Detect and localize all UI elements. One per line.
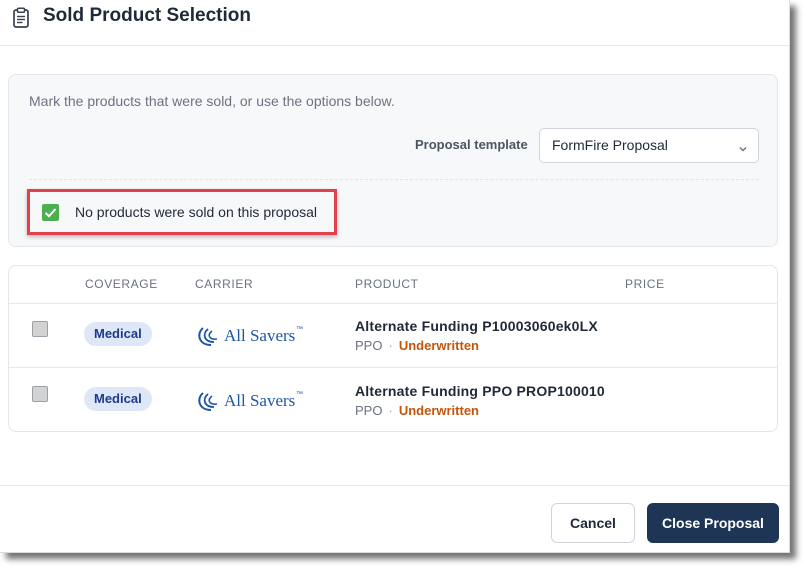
coverage-badge: Medical bbox=[84, 387, 152, 411]
carrier-name: All Savers bbox=[224, 391, 296, 410]
table-header: COVERAGE CARRIER PRODUCT PRICE bbox=[9, 266, 777, 304]
product-name: Alternate Funding PPO PROP100010 bbox=[355, 383, 605, 399]
header-carrier: CARRIER bbox=[195, 277, 254, 291]
dialog-title: Sold Product Selection bbox=[43, 5, 251, 26]
product-meta: PPO · Underwritten bbox=[355, 403, 479, 418]
cancel-button[interactable]: Cancel bbox=[551, 503, 635, 543]
meta-separator: · bbox=[388, 403, 393, 418]
close-proposal-button[interactable]: Close Proposal bbox=[647, 503, 779, 543]
options-panel: Mark the products that were sold, or use… bbox=[8, 74, 778, 247]
product-name: Alternate Funding P10003060ek0LX bbox=[355, 318, 598, 334]
dialog-footer: Cancel Close Proposal bbox=[0, 485, 789, 552]
header-price: PRICE bbox=[625, 277, 665, 291]
row-select-checkbox[interactable] bbox=[32, 386, 48, 402]
product-meta: PPO · Underwritten bbox=[355, 338, 479, 353]
status-label: Underwritten bbox=[398, 403, 479, 418]
carrier-trademark: ™ bbox=[296, 391, 303, 398]
no-products-sold-highlight: No products were sold on this proposal bbox=[27, 189, 337, 235]
all-savers-swoosh-icon bbox=[198, 327, 218, 346]
clipboard-icon bbox=[10, 7, 32, 29]
header-coverage: COVERAGE bbox=[85, 277, 158, 291]
row-select-checkbox[interactable] bbox=[32, 321, 48, 337]
coverage-badge: Medical bbox=[84, 322, 152, 346]
table-row: Medical All Savers ™ Alternate Funding P… bbox=[9, 368, 777, 432]
status-label: Underwritten bbox=[398, 338, 479, 353]
all-savers-swoosh-icon bbox=[198, 392, 218, 411]
header-product: PRODUCT bbox=[355, 277, 419, 291]
options-divider bbox=[29, 179, 759, 180]
table-row: Medical All Savers ™ Alternate Funding P… bbox=[9, 303, 777, 368]
plan-type: PPO bbox=[355, 403, 383, 418]
dialog-header: Sold Product Selection bbox=[0, 0, 789, 46]
meta-separator: · bbox=[388, 338, 393, 353]
checkmark-icon bbox=[44, 208, 57, 218]
proposal-template-label: Proposal template bbox=[415, 137, 528, 152]
plan-type: PPO bbox=[355, 338, 383, 353]
sold-product-dialog: Sold Product Selection Mark the products… bbox=[0, 0, 790, 553]
products-table: COVERAGE CARRIER PRODUCT PRICE Medical A… bbox=[8, 265, 778, 432]
proposal-template-value: FormFire Proposal bbox=[552, 137, 668, 153]
no-products-sold-label[interactable]: No products were sold on this proposal bbox=[75, 204, 317, 220]
no-products-sold-checkbox[interactable] bbox=[42, 204, 59, 221]
chevron-down-icon bbox=[738, 141, 748, 152]
carrier-name: All Savers bbox=[224, 326, 296, 345]
proposal-template-select[interactable]: FormFire Proposal bbox=[539, 128, 759, 163]
options-intro-text: Mark the products that were sold, or use… bbox=[29, 93, 395, 109]
carrier-trademark: ™ bbox=[296, 326, 303, 333]
